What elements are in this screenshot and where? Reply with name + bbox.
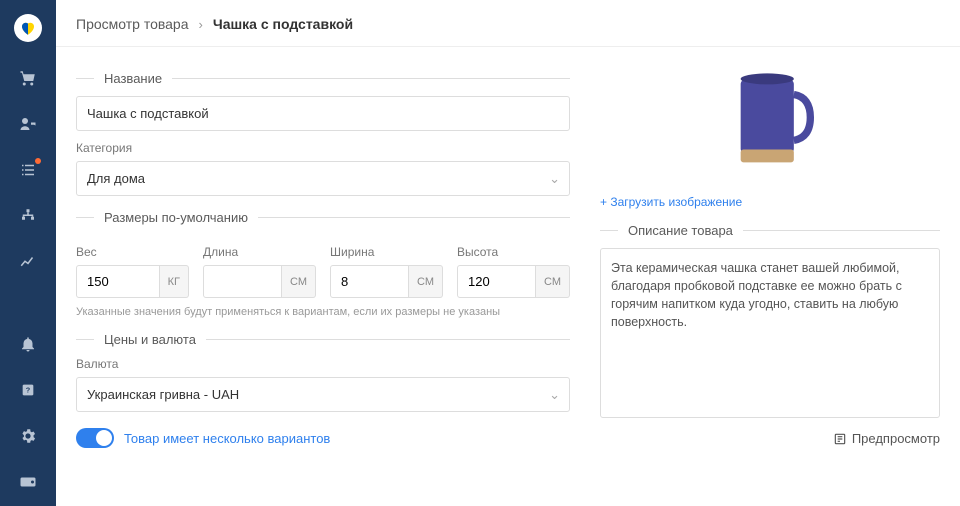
tasks-icon[interactable] xyxy=(18,160,38,180)
width-unit: СМ xyxy=(409,265,443,298)
upload-image-link[interactable]: + Загрузить изображение xyxy=(600,195,940,209)
height-input[interactable] xyxy=(457,265,536,298)
height-unit: СМ xyxy=(536,265,570,298)
variants-toggle[interactable] xyxy=(76,428,114,448)
breadcrumb: Просмотр товара › Чашка с подставкой xyxy=(56,0,960,47)
help-icon[interactable]: ? xyxy=(18,380,38,400)
chevron-right-icon: › xyxy=(199,17,203,32)
bell-icon[interactable] xyxy=(18,334,38,354)
currency-label: Валюта xyxy=(76,357,570,371)
section-title-name: Название xyxy=(76,71,570,86)
variants-toggle-label: Товар имеет несколько вариантов xyxy=(124,431,330,446)
analytics-icon[interactable] xyxy=(18,252,38,272)
weight-label: Вес xyxy=(76,245,189,259)
section-title-prices: Цены и валюта xyxy=(76,332,570,347)
category-select[interactable] xyxy=(76,161,570,196)
product-image xyxy=(705,57,835,187)
brand-logo xyxy=(14,14,42,42)
preview-button[interactable]: Предпросмотр xyxy=(600,431,940,446)
width-input[interactable] xyxy=(330,265,409,298)
dimensions-hint: Указанные значения будут применяться к в… xyxy=(76,306,570,318)
weight-unit: КГ xyxy=(160,265,189,298)
length-input[interactable] xyxy=(203,265,282,298)
product-name-input[interactable] xyxy=(76,96,570,131)
wallet-icon[interactable] xyxy=(18,472,38,492)
breadcrumb-root[interactable]: Просмотр товара xyxy=(76,16,189,32)
category-label: Категория xyxy=(76,141,570,155)
preview-icon xyxy=(833,432,847,446)
width-label: Ширина xyxy=(330,245,443,259)
length-label: Длина xyxy=(203,245,316,259)
svg-text:?: ? xyxy=(26,386,31,395)
length-unit: СМ xyxy=(282,265,316,298)
org-icon[interactable] xyxy=(18,206,38,226)
cart-icon[interactable] xyxy=(18,68,38,88)
currency-select[interactable] xyxy=(76,377,570,412)
section-title-dimensions: Размеры по-умолчанию xyxy=(76,210,570,225)
breadcrumb-current: Чашка с подставкой xyxy=(213,16,353,32)
user-chat-icon[interactable] xyxy=(18,114,38,134)
sidebar: ? xyxy=(0,0,56,506)
plus-icon: + xyxy=(600,195,610,209)
weight-input[interactable] xyxy=(76,265,160,298)
gear-icon[interactable] xyxy=(18,426,38,446)
section-title-description: Описание товара xyxy=(600,223,940,238)
height-label: Высота xyxy=(457,245,570,259)
description-textarea[interactable] xyxy=(600,248,940,418)
